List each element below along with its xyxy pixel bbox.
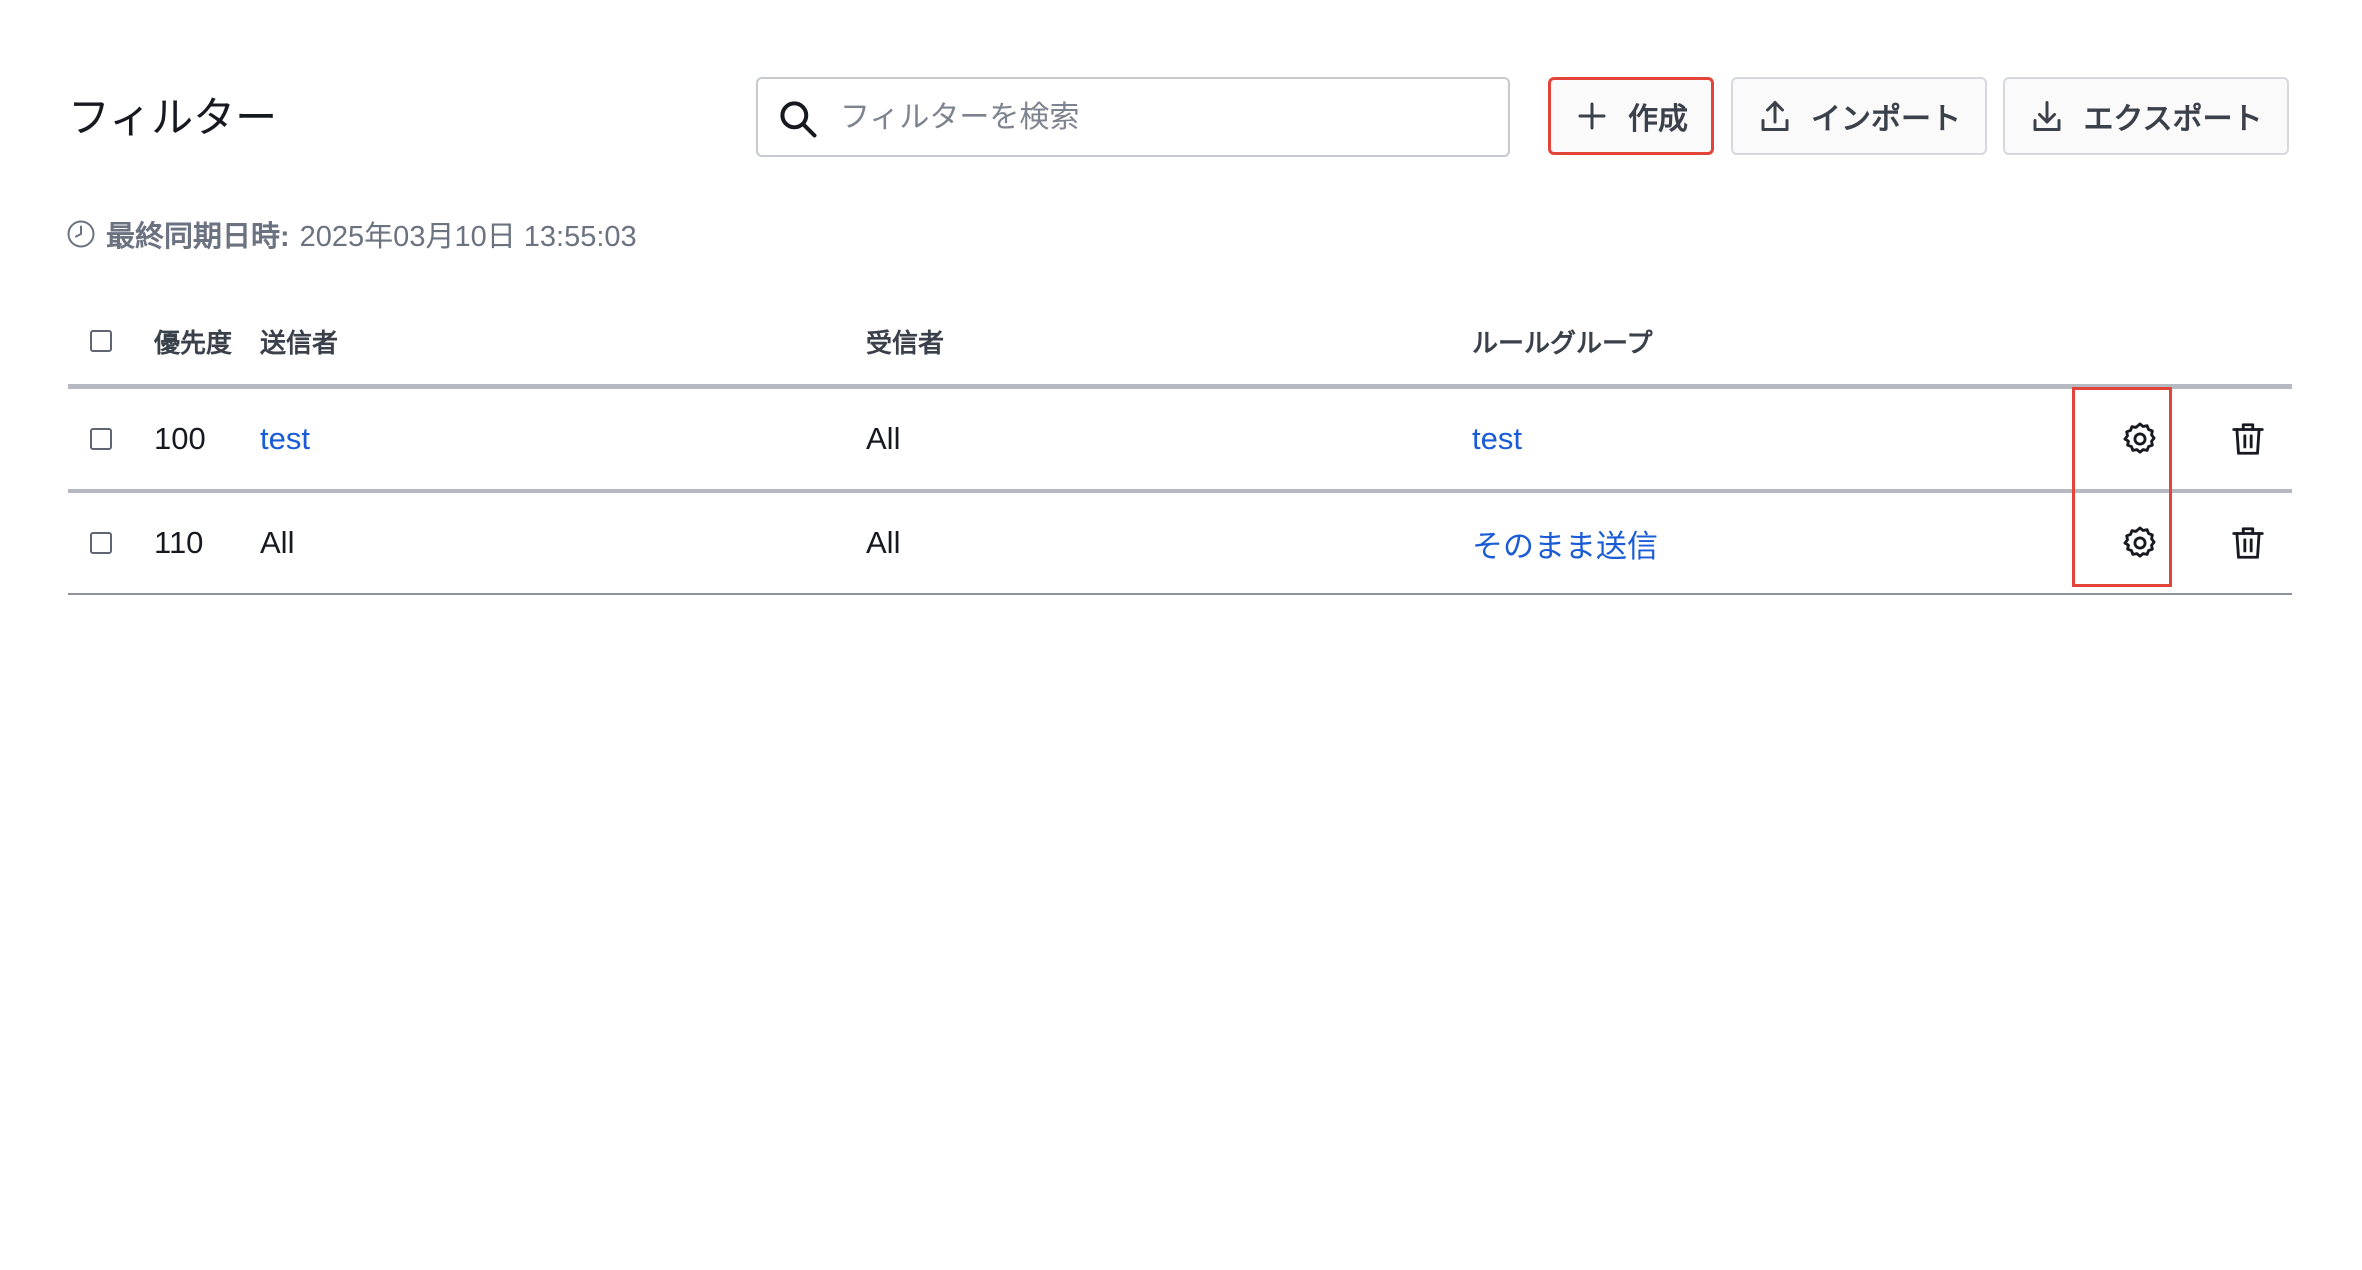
row-checkbox-cell <box>90 389 112 489</box>
row-settings-cell <box>2092 493 2188 593</box>
table-row: 100 test All test <box>68 389 2292 493</box>
row-rule-group-link[interactable]: test <box>1472 389 1522 489</box>
last-sync-label: 最終同期日時: <box>106 221 290 253</box>
download-icon <box>2033 101 2061 131</box>
header-rule-group[interactable]: ルールグループ <box>1472 298 1652 384</box>
row-rule-group-link[interactable]: そのまま送信 <box>1472 493 1658 593</box>
filters-page: フィルター 作成 インポート エクスポート <box>0 0 2362 1270</box>
settings-button[interactable] <box>2121 420 2159 458</box>
delete-button[interactable] <box>2229 524 2267 562</box>
gear-icon <box>2123 526 2156 558</box>
import-button[interactable]: インポート <box>1731 77 1987 155</box>
create-button[interactable]: 作成 <box>1548 77 1714 155</box>
filters-table: 優先度 送信者 受信者 ルールグループ 100 test All test 11… <box>68 298 2292 595</box>
last-sync-value: 2025年03月10日 13:55:03 <box>299 221 637 253</box>
trash-icon <box>2232 423 2264 455</box>
select-all-checkbox[interactable] <box>90 330 112 352</box>
export-button-label: エクスポート <box>2083 103 2263 136</box>
row-delete-cell <box>2218 493 2278 593</box>
search-input[interactable] <box>838 79 1492 157</box>
row-checkbox-cell <box>90 493 112 593</box>
gear-icon <box>2123 422 2156 454</box>
row-priority: 110 <box>154 525 204 560</box>
row-recipient: All <box>866 421 901 456</box>
upload-icon <box>1761 101 1789 131</box>
create-button-label: 作成 <box>1628 103 1688 136</box>
header-priority[interactable]: 優先度 <box>154 298 232 384</box>
delete-button[interactable] <box>2229 420 2267 458</box>
row-recipient: All <box>866 525 901 560</box>
row-sender: All <box>260 525 295 560</box>
import-button-label: インポート <box>1811 103 1961 136</box>
export-button[interactable]: エクスポート <box>2003 77 2289 155</box>
settings-button[interactable] <box>2121 524 2159 562</box>
last-sync: 最終同期日時: 2025年03月10日 13:55:03 <box>66 214 637 254</box>
select-all-cell <box>90 298 112 384</box>
trash-icon <box>2232 527 2264 559</box>
row-checkbox[interactable] <box>90 532 112 554</box>
clock-icon <box>67 220 95 248</box>
table-row: 110 All All そのまま送信 <box>68 493 2292 595</box>
plus-icon <box>1578 102 1606 130</box>
header-sender[interactable]: 送信者 <box>260 298 338 384</box>
row-sender-link[interactable]: test <box>260 389 310 489</box>
search-box[interactable] <box>756 77 1510 157</box>
search-icon <box>780 101 817 138</box>
table-header: 優先度 送信者 受信者 ルールグループ <box>68 298 2292 389</box>
header-recipient[interactable]: 受信者 <box>866 298 944 384</box>
row-settings-cell <box>2092 389 2188 489</box>
row-checkbox[interactable] <box>90 428 112 450</box>
row-delete-cell <box>2218 389 2278 489</box>
row-priority: 100 <box>154 421 206 456</box>
page-title: フィルター <box>68 94 278 141</box>
